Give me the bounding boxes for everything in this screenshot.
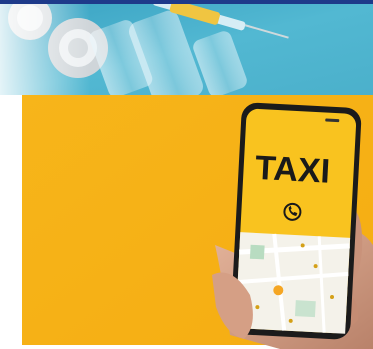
vials-syringe-photo bbox=[0, 4, 373, 95]
taxi-title: TAXI bbox=[254, 149, 331, 191]
taxi-app-photo: TAXI bbox=[0, 95, 373, 349]
